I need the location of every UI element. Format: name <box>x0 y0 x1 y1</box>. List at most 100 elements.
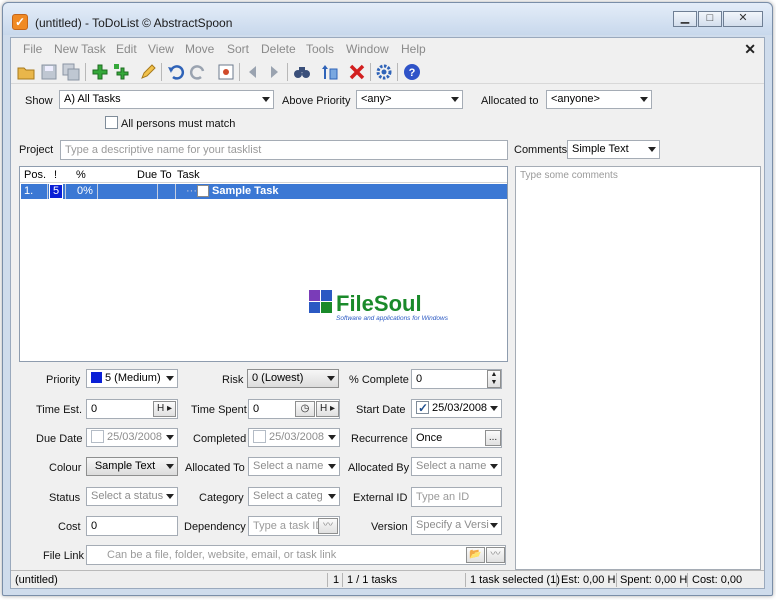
minimize-button[interactable]: ▁ <box>673 11 697 27</box>
priority-dropdown[interactable]: 5 (Medium) <box>86 369 178 388</box>
allocated-by-dropdown[interactable]: Select a name <box>411 457 502 476</box>
menu-view[interactable]: View <box>148 42 174 56</box>
show-filter-dropdown[interactable]: A) All Tasks <box>59 90 274 109</box>
col-priority-header[interactable]: ! <box>54 169 57 181</box>
due-date-picker[interactable]: 25/03/2008 <box>86 428 178 447</box>
allocated-by-label: Allocated By <box>348 462 410 474</box>
priority-label: Priority <box>46 374 81 386</box>
menu-new-task[interactable]: New Task <box>54 42 106 56</box>
open-link-icon[interactable]: 〰 <box>486 547 505 563</box>
project-name-input[interactable]: Type a descriptive name for your tasklis… <box>60 140 508 160</box>
time-est-label: Time Est. <box>36 404 83 416</box>
external-id-input[interactable]: Type an ID <box>411 487 502 507</box>
find-binoculars-icon[interactable] <box>293 63 311 81</box>
completed-date-checkbox <box>253 430 266 443</box>
due-date-label: Due Date <box>36 433 83 445</box>
save-all-icon[interactable] <box>62 63 80 81</box>
filesoul-logo: FileSoul Software and applications for W… <box>309 288 477 322</box>
external-id-label: External ID <box>353 492 408 504</box>
comments-label: Comments <box>514 144 568 156</box>
recurrence-label: Recurrence <box>351 433 408 445</box>
new-task-icon[interactable] <box>91 63 109 81</box>
above-priority-dropdown[interactable]: <any> <box>356 90 463 109</box>
close-tasklist-button[interactable]: ✕ <box>744 41 756 58</box>
menu-sort[interactable]: Sort <box>227 42 249 56</box>
allocated-to-label: Allocated to <box>481 95 539 107</box>
status-filename: (untitled) <box>15 574 58 586</box>
all-persons-match-checkbox[interactable] <box>105 116 118 129</box>
cost-input[interactable]: 0 <box>86 516 178 536</box>
task-title[interactable]: Sample Task <box>212 185 278 197</box>
time-spent-units-button[interactable]: H ▸ <box>316 401 339 417</box>
comments-format-dropdown[interactable]: Simple Text <box>567 140 660 159</box>
menu-delete[interactable]: Delete <box>261 42 296 56</box>
col-task-header[interactable]: Task <box>177 169 200 181</box>
file-link-label: File Link <box>43 550 84 562</box>
recurrence-options-button[interactable]: ... <box>485 430 501 446</box>
allocated-to-filter-dropdown[interactable]: <anyone> <box>546 90 652 109</box>
svg-text:?: ? <box>409 67 416 79</box>
menu-file[interactable]: File <box>23 42 42 56</box>
completed-label: Completed <box>193 433 247 445</box>
status-estimate: Est: 0,00 H <box>561 574 616 586</box>
menu-tools[interactable]: Tools <box>306 42 334 56</box>
start-date-checkbox <box>416 400 429 417</box>
redo-icon[interactable] <box>189 63 207 81</box>
sort-icon[interactable] <box>321 63 339 81</box>
task-list[interactable]: Pos. ! % Due To Task 1. 5 0% ···· Sample… <box>19 166 508 362</box>
new-subtask-icon[interactable] <box>113 63 131 81</box>
cost-label: Cost <box>58 521 81 533</box>
dependency-link-icon[interactable]: 〰 <box>318 518 338 534</box>
risk-dropdown[interactable]: 0 (Lowest) <box>247 369 339 388</box>
open-folder-icon[interactable] <box>17 63 35 81</box>
logo-text: FileSoul <box>336 291 422 316</box>
undo-icon[interactable] <box>167 63 185 81</box>
status-count: 1 <box>333 574 340 586</box>
time-est-units-button[interactable]: H ▸ <box>153 401 176 417</box>
menu-move[interactable]: Move <box>185 42 214 56</box>
file-link-input[interactable]: Can be a file, folder, website, email, o… <box>86 545 506 565</box>
move-icon[interactable] <box>217 63 235 81</box>
help-icon[interactable]: ? <box>403 63 421 81</box>
percent-spin-arrows-icon[interactable]: ▲ ▼ <box>487 370 501 388</box>
project-label: Project <box>19 144 54 156</box>
risk-label: Risk <box>222 374 244 386</box>
browse-folder-icon[interactable]: 📂 <box>466 547 485 563</box>
allocated-to-dropdown[interactable]: Select a name <box>248 457 340 476</box>
colour-picker-button[interactable]: Sample Text <box>86 457 178 476</box>
col-percent-header[interactable]: % <box>76 169 86 181</box>
all-persons-match-label: All persons must match <box>121 118 236 130</box>
status-dropdown[interactable]: Select a status <box>86 487 178 506</box>
due-date-checkbox <box>91 430 104 443</box>
timer-clock-icon[interactable]: ◷ <box>295 401 315 417</box>
client-area: File New Task Edit View Move Sort Delete… <box>10 37 765 589</box>
version-label: Version <box>371 521 408 533</box>
completed-date-picker[interactable]: 25/03/2008 <box>248 428 340 447</box>
arrow-left-icon[interactable] <box>244 63 262 81</box>
task-done-checkbox[interactable] <box>197 185 209 197</box>
app-window: ✓ (untitled) - ToDoList © AbstractSpoon … <box>2 2 773 596</box>
col-pos-header[interactable]: Pos. <box>24 169 46 181</box>
delete-x-icon[interactable] <box>348 63 366 81</box>
arrow-right-icon[interactable] <box>265 63 283 81</box>
save-icon[interactable] <box>40 63 58 81</box>
menu-bar: File New Task Edit View Move Sort Delete… <box>11 38 764 58</box>
table-row[interactable]: 1. 5 0% ···· Sample Task <box>21 184 507 199</box>
close-window-button[interactable]: ✕ <box>723 11 763 27</box>
status-spent: Spent: 0,00 H <box>620 574 688 586</box>
menu-edit[interactable]: Edit <box>116 42 137 56</box>
comments-editor[interactable]: Type some comments <box>515 166 761 570</box>
edit-pencil-icon[interactable] <box>139 63 157 81</box>
logo-tagline: Software and applications for Windows <box>336 315 449 322</box>
menu-help[interactable]: Help <box>401 42 426 56</box>
preferences-gear-icon[interactable] <box>375 63 393 81</box>
category-dropdown[interactable]: Select a categ <box>248 487 340 506</box>
title-bar[interactable]: ✓ (untitled) - ToDoList © AbstractSpoon … <box>3 3 772 35</box>
col-to-header[interactable]: To <box>160 169 172 181</box>
version-dropdown[interactable]: Specify a Versi <box>411 516 502 535</box>
menu-window[interactable]: Window <box>346 42 389 56</box>
maximize-button[interactable]: □ <box>698 11 722 27</box>
start-date-picker[interactable]: 25/03/2008 <box>411 399 502 418</box>
col-due-header[interactable]: Due <box>137 169 157 181</box>
window-title: (untitled) - ToDoList © AbstractSpoon <box>35 16 233 30</box>
